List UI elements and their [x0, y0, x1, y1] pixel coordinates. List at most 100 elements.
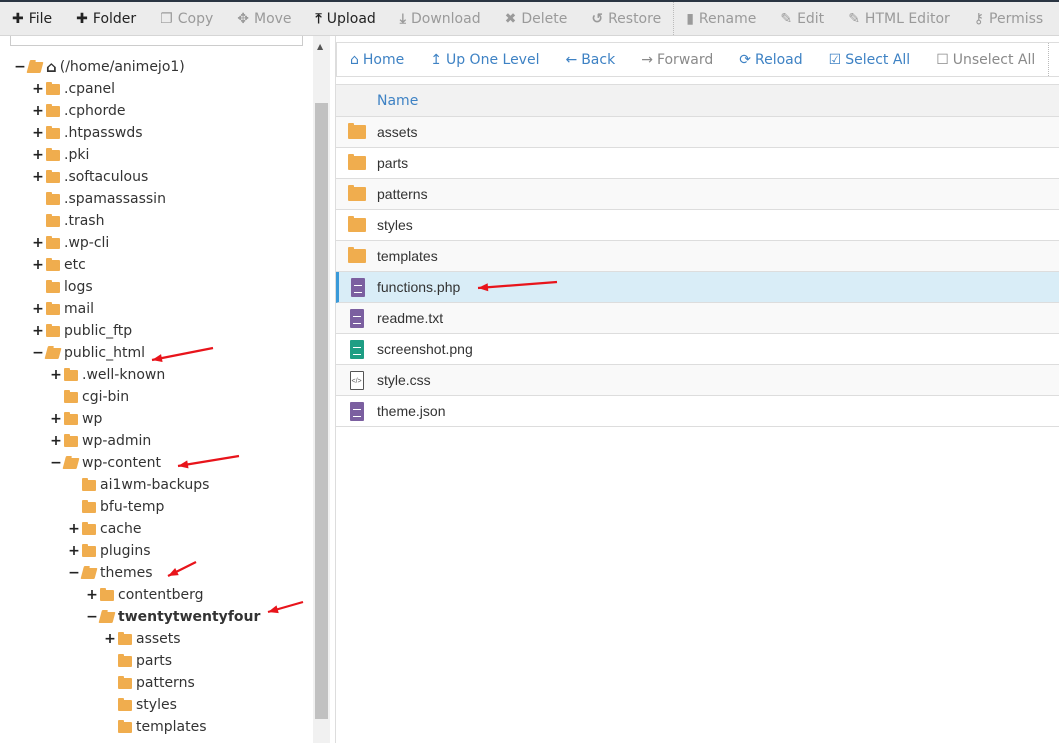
toolbar-download-button[interactable]: ⤓ Download — [388, 2, 493, 35]
tree-item[interactable]: − twentytwentyfour — [86, 606, 260, 628]
nav-square-button[interactable]: ☐ Unselect All — [923, 52, 1048, 68]
collapse-icon[interactable]: − — [50, 455, 62, 471]
tree-path-input[interactable] — [10, 36, 303, 46]
tree-item[interactable]: − themes — [68, 562, 152, 584]
tree-item[interactable]: + assets — [104, 628, 180, 650]
file-name[interactable]: screenshot.png — [377, 341, 473, 357]
expand-icon[interactable]: + — [104, 631, 116, 647]
expand-icon[interactable]: + — [32, 125, 44, 141]
tree-item[interactable]: + plugins — [68, 540, 150, 562]
file-name[interactable]: readme.txt — [377, 310, 443, 326]
toolbar-file-button[interactable]: ✚ File — [0, 2, 64, 35]
toolbar-rename-button[interactable]: ▮ Rename — [674, 2, 768, 35]
nav-arrow-right-button[interactable]: → Forward — [628, 52, 726, 68]
tree-item[interactable]: bfu-temp — [68, 496, 164, 518]
file-name[interactable]: styles — [377, 217, 413, 233]
expand-icon[interactable]: + — [32, 257, 44, 273]
toolbar-copy-button[interactable]: ❐ Copy — [148, 2, 225, 35]
tree-item[interactable]: cgi-bin — [50, 386, 129, 408]
expand-icon[interactable]: + — [32, 301, 44, 317]
expand-icon[interactable]: + — [32, 235, 44, 251]
toolbar-move-button[interactable]: ✥ Move — [225, 2, 303, 35]
toolbar-delete-button[interactable]: ✖ Delete — [493, 2, 580, 35]
tree-item[interactable]: + contentberg — [86, 584, 203, 606]
tree-item[interactable]: + mail — [32, 298, 94, 320]
file-row[interactable]: templates — [336, 241, 1059, 272]
tree-item[interactable]: + cache — [68, 518, 141, 540]
expand-icon[interactable]: + — [86, 587, 98, 603]
tree-item[interactable]: − public_html — [32, 342, 145, 364]
expand-icon[interactable]: + — [32, 103, 44, 119]
file-name[interactable]: parts — [377, 155, 408, 171]
file-name[interactable]: templates — [377, 248, 438, 264]
tree-item[interactable]: + wp — [50, 408, 102, 430]
nav-trash-button[interactable]: 🗑V — [1049, 52, 1059, 68]
file-row[interactable]: patterns — [336, 179, 1059, 210]
sidebar-scrollbar[interactable]: ▲ — [313, 36, 330, 743]
expand-icon[interactable]: + — [50, 367, 62, 383]
column-header-name[interactable]: Name — [336, 84, 1059, 117]
tree-item[interactable]: parts — [104, 650, 172, 672]
toolbar-upload-button[interactable]: ⤒ Upload — [304, 2, 388, 35]
expand-icon[interactable]: + — [32, 323, 44, 339]
file-row[interactable]: readme.txt — [336, 303, 1059, 334]
tree-item[interactable]: + .pki — [32, 144, 89, 166]
expand-icon[interactable]: + — [32, 169, 44, 185]
collapse-icon[interactable]: − — [32, 345, 44, 361]
tree-item[interactable]: + .wp-cli — [32, 232, 109, 254]
tree-item[interactable]: + .well-known — [50, 364, 165, 386]
file-row[interactable]: screenshot.png — [336, 334, 1059, 365]
nav-home-button[interactable]: ⌂ Home — [337, 52, 417, 68]
name-column-label[interactable]: Name — [377, 93, 418, 109]
tree-item[interactable]: + .cphorde — [32, 100, 125, 122]
tree-item-label: patterns — [136, 675, 195, 691]
toolbar-folder-button[interactable]: ✚ Folder — [64, 2, 148, 35]
expand-icon[interactable]: + — [32, 81, 44, 97]
collapse-icon[interactable]: − — [86, 609, 98, 625]
nav-arrow-left-button[interactable]: ← Back — [552, 52, 628, 68]
file-row[interactable]: styles — [336, 210, 1059, 241]
scrollbar-thumb[interactable] — [315, 103, 328, 719]
file-name[interactable]: functions.php — [377, 279, 460, 295]
expand-icon[interactable]: + — [50, 433, 62, 449]
tree-item[interactable]: + .softaculous — [32, 166, 148, 188]
file-row[interactable]: functions.php — [336, 272, 1059, 303]
file-name[interactable]: theme.json — [377, 403, 445, 419]
tree-item[interactable]: + .htpasswds — [32, 122, 142, 144]
toolbar-permiss-button[interactable]: ⚷ Permiss — [962, 2, 1055, 35]
tree-item[interactable]: + wp-admin — [50, 430, 151, 452]
tree-item[interactable]: ai1wm-backups — [68, 474, 209, 496]
tree-item[interactable]: − ⌂ (/home/animejo1) — [14, 56, 185, 78]
file-row[interactable]: assets — [336, 117, 1059, 148]
nav-level-up-button[interactable]: ↥ Up One Level — [417, 52, 552, 68]
file-row[interactable]: theme.json — [336, 396, 1059, 427]
expand-icon[interactable]: + — [68, 521, 80, 537]
collapse-icon[interactable]: − — [68, 565, 80, 581]
tree-item[interactable]: + public_ftp — [32, 320, 132, 342]
tree-item[interactable]: + .cpanel — [32, 78, 115, 100]
tree-item[interactable]: templates — [104, 716, 207, 738]
tree-item[interactable]: − wp-content — [50, 452, 161, 474]
file-name[interactable]: style.css — [377, 372, 431, 388]
tree-item[interactable]: styles — [104, 694, 177, 716]
tree-item[interactable]: .trash — [32, 210, 104, 232]
nav-check-square-button[interactable]: ☑ Select All — [816, 52, 924, 68]
tree-item[interactable]: logs — [32, 276, 93, 298]
toolbar-html-editor-button[interactable]: ✎ HTML Editor — [836, 2, 962, 35]
collapse-icon[interactable]: − — [14, 59, 26, 75]
tree-item[interactable]: .spamassassin — [32, 188, 166, 210]
tree-item[interactable]: + etc — [32, 254, 86, 276]
expand-icon[interactable]: + — [68, 543, 80, 559]
expand-icon[interactable]: + — [50, 411, 62, 427]
file-name[interactable]: patterns — [377, 186, 428, 202]
tree-item[interactable]: patterns — [104, 672, 195, 694]
toolbar-restore-button[interactable]: ↺ Restore — [579, 2, 673, 35]
file-row[interactable]: parts — [336, 148, 1059, 179]
expand-icon[interactable]: + — [32, 147, 44, 163]
file-row[interactable]: </> style.css — [336, 365, 1059, 396]
copy-icon: ❐ — [160, 10, 173, 27]
scroll-up-icon[interactable]: ▲ — [317, 42, 323, 51]
file-name[interactable]: assets — [377, 124, 417, 140]
nav-refresh-button[interactable]: ⟳ Reload — [726, 52, 815, 68]
toolbar-edit-button[interactable]: ✎ Edit — [768, 2, 836, 35]
